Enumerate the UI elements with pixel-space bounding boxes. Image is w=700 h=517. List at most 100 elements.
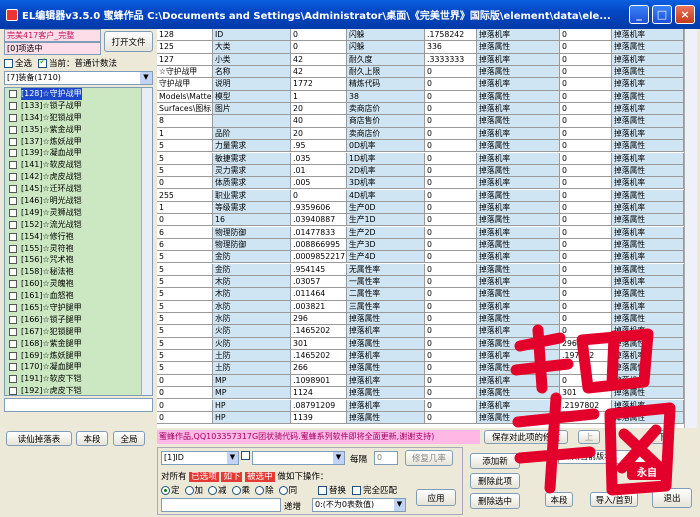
step-input[interactable]: [161, 498, 281, 512]
property-value[interactable]: 0: [425, 238, 477, 252]
list-item[interactable]: [161]☆血怒袍: [5, 290, 152, 302]
list-item[interactable]: [191]☆软皮下铠: [5, 373, 152, 385]
list-item[interactable]: [168]☆紫金腿甲: [5, 338, 152, 350]
property-value[interactable]: 5: [157, 251, 213, 264]
search-input[interactable]: [4, 398, 153, 412]
select-all-box[interactable]: [4, 59, 13, 68]
property-value[interactable]: 6: [157, 226, 213, 239]
property-value[interactable]: 128: [157, 29, 213, 42]
property-value[interactable]: 0: [291, 29, 347, 42]
property-value[interactable]: 1139: [291, 411, 347, 425]
field-select[interactable]: [1]ID ▼: [161, 451, 239, 465]
property-value[interactable]: 0: [425, 90, 477, 103]
minimize-button[interactable]: _: [629, 5, 649, 24]
property-value[interactable]: .95: [291, 140, 347, 153]
operation-radio[interactable]: 定: [161, 484, 180, 496]
property-value[interactable]: 0: [425, 350, 477, 363]
property-value[interactable]: 0: [425, 115, 477, 128]
item-checkbox[interactable]: [9, 232, 17, 241]
property-value[interactable]: 0: [560, 152, 612, 165]
item-checkbox[interactable]: [9, 137, 17, 146]
list-item[interactable]: [137]☆炼妖战甲: [5, 136, 152, 148]
list-item[interactable]: [145]☆迁环战铠: [5, 183, 152, 195]
operation-radio[interactable]: 减: [208, 484, 227, 496]
property-value[interactable]: .08791209: [291, 399, 347, 412]
property-value[interactable]: 5: [157, 288, 213, 301]
property-value[interactable]: 42: [291, 53, 347, 66]
chevron-down-icon[interactable]: ▼: [333, 452, 344, 464]
list-item[interactable]: [160]☆灵魄袍: [5, 278, 152, 290]
property-value[interactable]: 0: [425, 313, 477, 326]
property-value[interactable]: 0: [425, 140, 477, 153]
item-checkbox[interactable]: [9, 185, 17, 194]
property-value[interactable]: .03057: [291, 276, 347, 289]
list-item[interactable]: [170]☆凝血腿甲: [5, 361, 152, 373]
property-value[interactable]: 296: [291, 313, 347, 326]
property-value[interactable]: .003821: [291, 300, 347, 313]
property-value[interactable]: .008866995: [291, 238, 347, 252]
property-value[interactable]: 0: [425, 276, 477, 289]
item-checkbox[interactable]: [9, 339, 17, 348]
item-checkbox[interactable]: [9, 220, 17, 229]
list-item[interactable]: [156]☆咒术袍: [5, 254, 152, 266]
property-value[interactable]: .1758242: [425, 29, 477, 42]
property-value[interactable]: .3333333: [425, 53, 477, 66]
item-checkbox[interactable]: [9, 280, 17, 289]
item-checkbox[interactable]: [9, 303, 17, 312]
property-value[interactable]: 0: [425, 337, 477, 350]
list-item[interactable]: [165]☆守护腿甲: [5, 302, 152, 314]
item-checkbox[interactable]: [9, 113, 17, 122]
property-value[interactable]: 0: [560, 29, 612, 42]
property-value[interactable]: 0: [425, 201, 477, 215]
item-checkbox[interactable]: [9, 292, 17, 301]
property-value[interactable]: 0: [157, 374, 213, 387]
property-value[interactable]: 0: [425, 66, 477, 79]
property-value[interactable]: .035: [291, 152, 347, 165]
property-value[interactable]: 5: [157, 337, 213, 350]
item-checkbox[interactable]: [9, 125, 17, 134]
radio-dot[interactable]: [184, 486, 194, 495]
property-value[interactable]: 266: [291, 362, 347, 375]
chevron-down-icon[interactable]: ▼: [394, 499, 405, 511]
list-item[interactable]: [192]☆虎皮下铠: [5, 385, 152, 395]
property-value[interactable]: .01: [291, 164, 347, 178]
property-value[interactable]: 5: [157, 362, 213, 375]
item-checkbox[interactable]: [9, 196, 17, 205]
property-value[interactable]: 0: [560, 214, 612, 227]
chevron-down-icon[interactable]: ▼: [140, 72, 152, 84]
property-value[interactable]: 1772: [291, 78, 347, 91]
property-value[interactable]: 1124: [291, 387, 347, 400]
property-value[interactable]: 5: [157, 276, 213, 289]
maximize-button[interactable]: □: [652, 5, 672, 24]
property-value[interactable]: 0: [425, 177, 477, 190]
list-item[interactable]: [158]☆秘法袍: [5, 266, 152, 278]
property-value[interactable]: 0: [560, 66, 612, 79]
property-value[interactable]: .005: [291, 177, 347, 190]
radio-dot[interactable]: [208, 486, 218, 495]
item-checkbox[interactable]: [9, 173, 17, 182]
property-value[interactable]: 0: [425, 411, 477, 425]
property-value[interactable]: 0: [560, 177, 612, 190]
item-checkbox[interactable]: [9, 244, 17, 253]
property-value[interactable]: 0: [425, 288, 477, 301]
radio-dot[interactable]: [278, 486, 288, 495]
property-value[interactable]: 301: [291, 337, 347, 350]
property-value[interactable]: 0: [425, 127, 477, 140]
property-value[interactable]: 0: [157, 214, 213, 227]
property-value[interactable]: 0: [560, 103, 612, 116]
property-value[interactable]: .1465202: [291, 350, 347, 363]
property-value[interactable]: .9359606: [291, 201, 347, 215]
property-value[interactable]: 0: [560, 41, 612, 54]
section-button[interactable]: 本段: [76, 431, 108, 446]
property-value[interactable]: 5: [157, 140, 213, 153]
property-value[interactable]: 0: [560, 226, 612, 239]
radio-dot[interactable]: [255, 486, 265, 495]
property-value[interactable]: 0: [560, 90, 612, 103]
close-button[interactable]: ×: [675, 5, 695, 24]
property-value[interactable]: 1: [157, 201, 213, 215]
current-mode-checkbox[interactable]: 当前：普通计数法: [38, 57, 117, 69]
property-value[interactable]: 0: [425, 300, 477, 313]
property-value[interactable]: 125: [157, 41, 213, 54]
property-value[interactable]: 5: [157, 164, 213, 178]
property-value[interactable]: 0: [425, 374, 477, 387]
